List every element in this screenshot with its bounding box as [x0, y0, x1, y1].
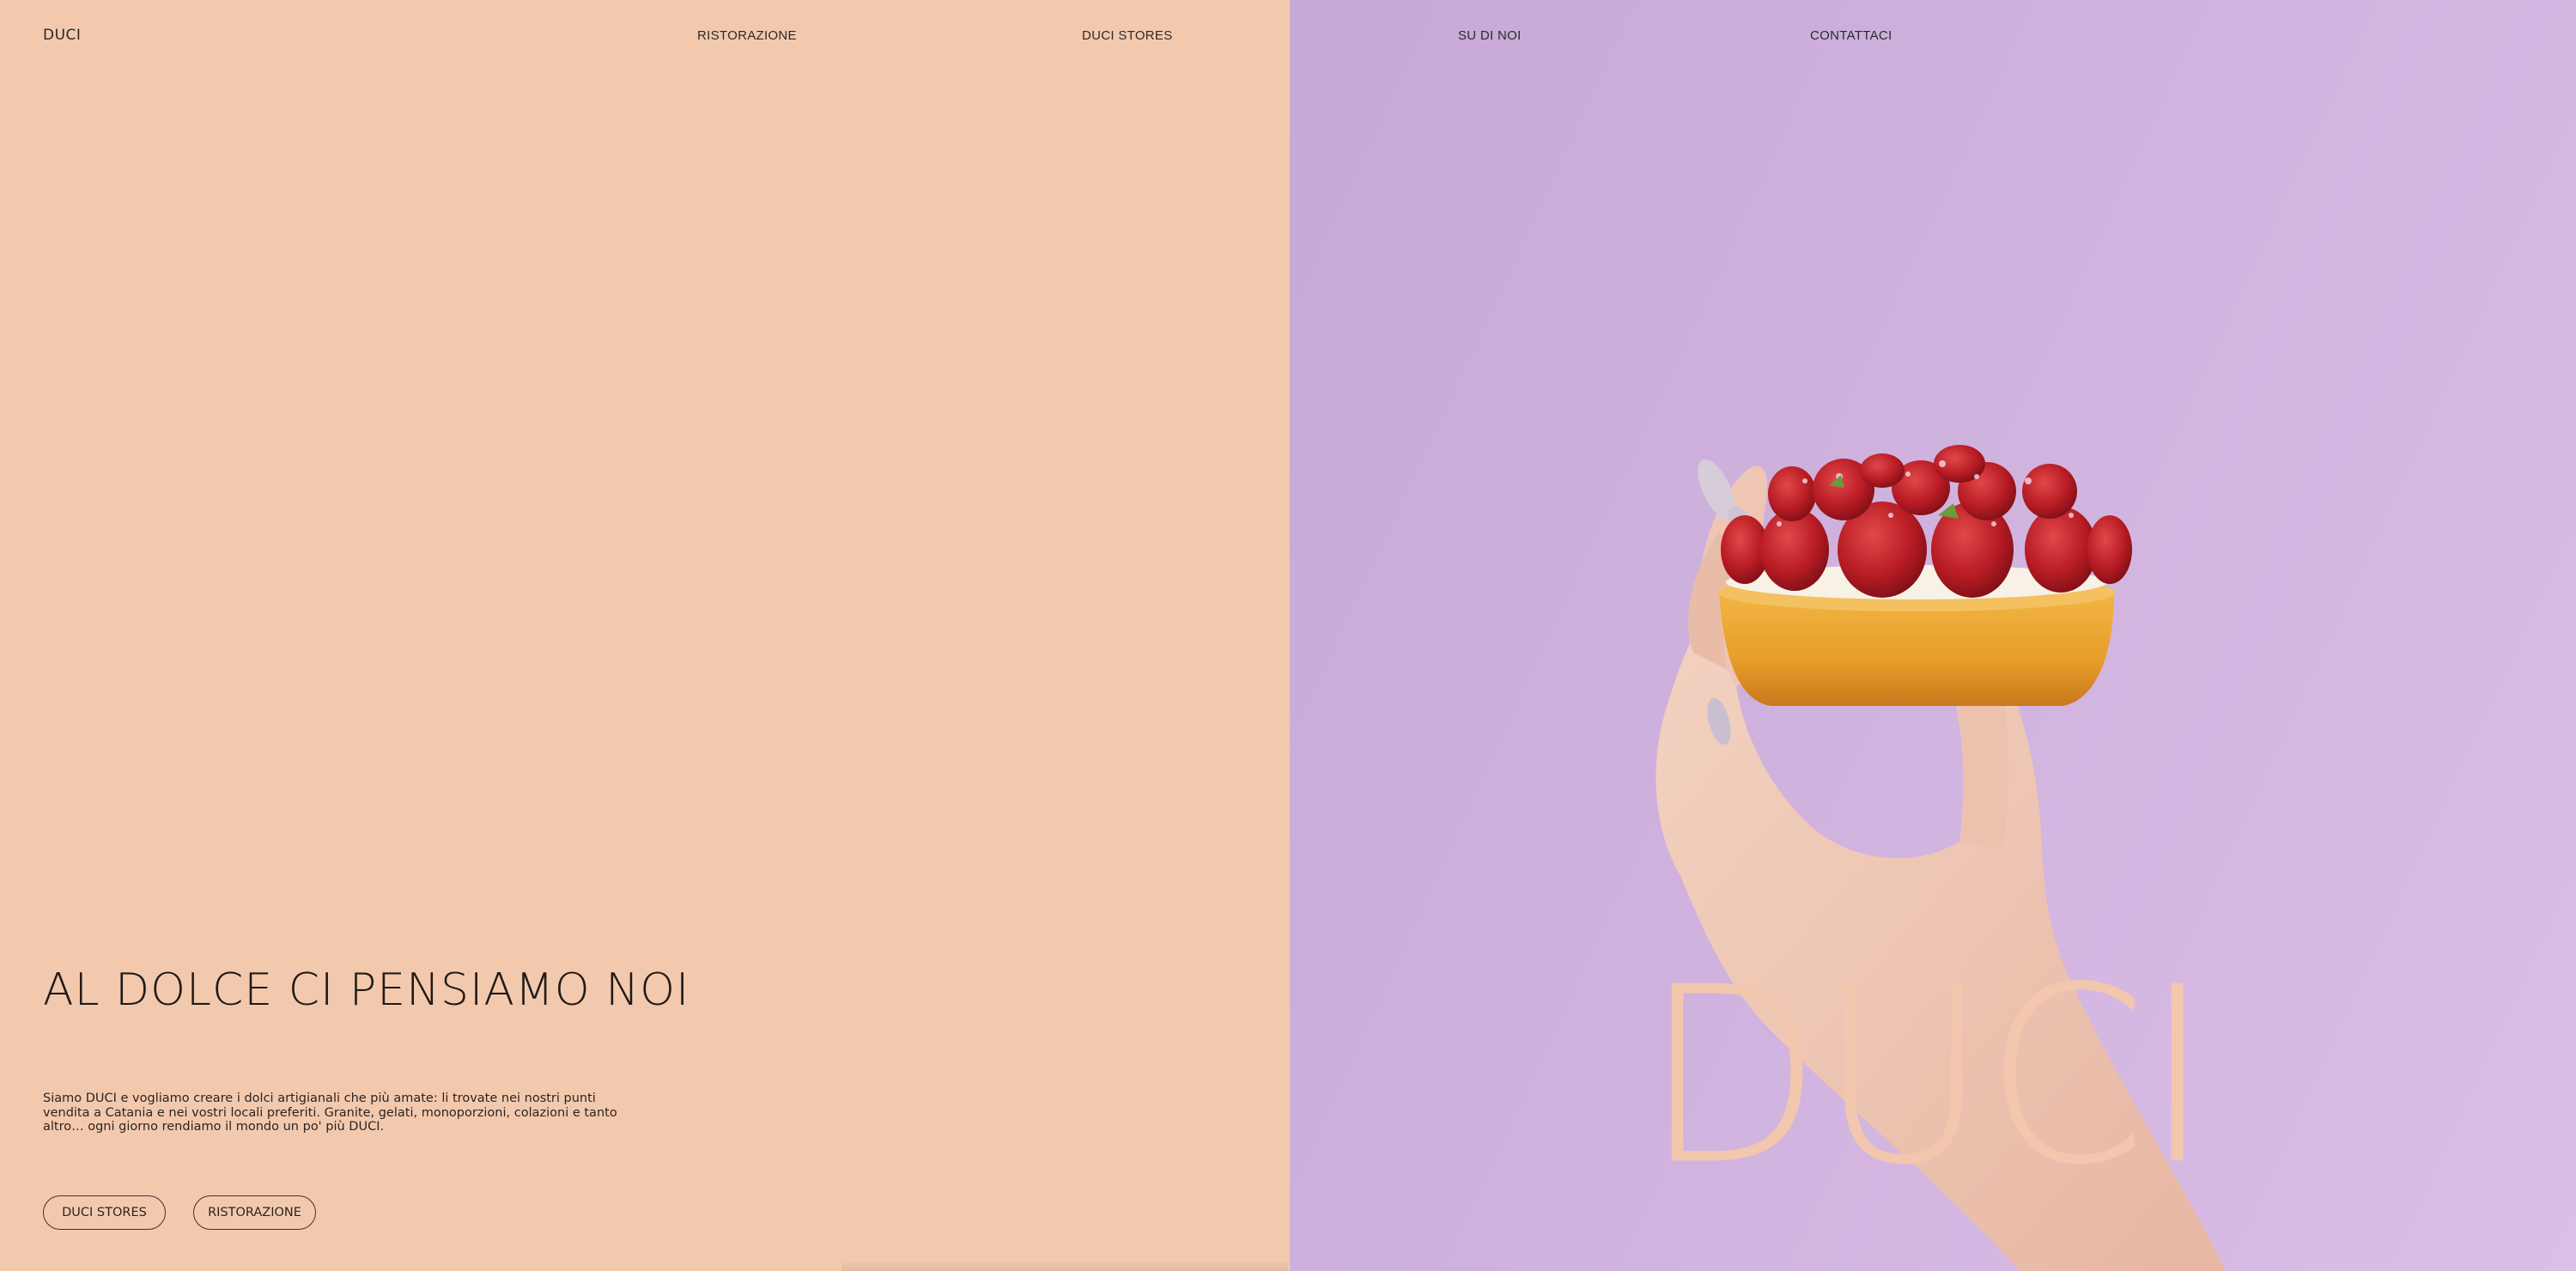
hero-intro-text: Siamo DUCI e vogliamo creare i dolci art… — [43, 1092, 617, 1134]
hero-image-panel: SU DI NOI CONTATTACI DUCI — [1290, 0, 2576, 1271]
duci-stores-button[interactable]: DUCI STORES — [43, 1195, 166, 1230]
panel-divider-shadow — [841, 1261, 1288, 1271]
nav-link-ristorazione[interactable]: RISTORAZIONE — [697, 28, 797, 43]
nav-link-duci-stores[interactable]: DUCI STORES — [1082, 28, 1173, 43]
ristorazione-button[interactable]: RISTORAZIONE — [193, 1195, 316, 1230]
duci-wordmark: DUCI — [1643, 933, 2212, 1219]
site-logo[interactable]: DUCI — [43, 27, 81, 44]
hero-headline: AL DOLCE CI PENSIAMO NOI — [43, 964, 690, 1016]
hero-left-panel: DUCI RISTORAZIONE DUCI STORES AL DOLCE C… — [0, 0, 1290, 1271]
